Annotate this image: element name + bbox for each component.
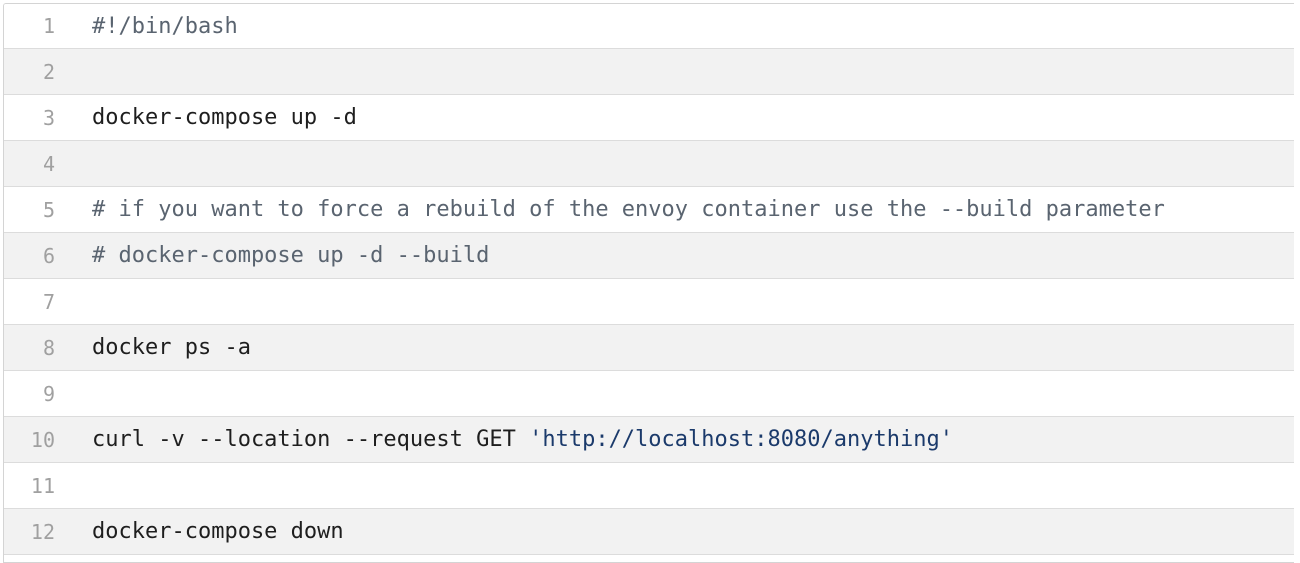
code-block: 1 #!/bin/bash 2 3 docker-compose up -d 4… — [3, 3, 1294, 563]
line-number[interactable]: 5 — [4, 198, 55, 222]
code-line: 4 — [4, 141, 1294, 187]
code-text: curl -v --location --request GET — [92, 427, 530, 452]
line-content: docker-compose up -d — [92, 105, 357, 130]
line-number[interactable]: 6 — [4, 244, 55, 268]
line-number[interactable]: 4 — [4, 152, 55, 176]
line-number[interactable]: 1 — [4, 14, 55, 38]
line-number[interactable]: 8 — [4, 336, 55, 360]
code-line: 7 — [4, 279, 1294, 325]
code-line: 1 #!/bin/bash — [4, 4, 1294, 49]
line-number[interactable]: 3 — [4, 106, 55, 130]
line-number[interactable]: 7 — [4, 290, 55, 314]
code-line: 9 — [4, 371, 1294, 417]
line-number[interactable]: 2 — [4, 60, 55, 84]
line-number[interactable]: 11 — [4, 474, 55, 498]
code-line: 6 # docker-compose up -d --build — [4, 233, 1294, 279]
code-line: 11 — [4, 463, 1294, 509]
code-line: 10 curl -v --location --request GET 'htt… — [4, 417, 1294, 463]
line-content: docker-compose down — [92, 519, 344, 544]
code-line: 12 docker-compose down — [4, 509, 1294, 555]
code-line: 8 docker ps -a — [4, 325, 1294, 371]
line-content: docker ps -a — [92, 335, 251, 360]
string-literal: 'http://localhost:8080/anything' — [529, 427, 953, 452]
line-number[interactable]: 9 — [4, 382, 55, 406]
code-line: 3 docker-compose up -d — [4, 95, 1294, 141]
line-number[interactable]: 10 — [4, 428, 55, 452]
line-number[interactable]: 12 — [4, 520, 55, 544]
line-content: # if you want to force a rebuild of the … — [92, 197, 1165, 222]
line-content: curl -v --location --request GET 'http:/… — [92, 427, 953, 452]
line-content: # docker-compose up -d --build — [92, 243, 490, 268]
code-line: 2 — [4, 49, 1294, 95]
line-content: #!/bin/bash — [92, 13, 238, 39]
code-line: 5 # if you want to force a rebuild of th… — [4, 187, 1294, 233]
